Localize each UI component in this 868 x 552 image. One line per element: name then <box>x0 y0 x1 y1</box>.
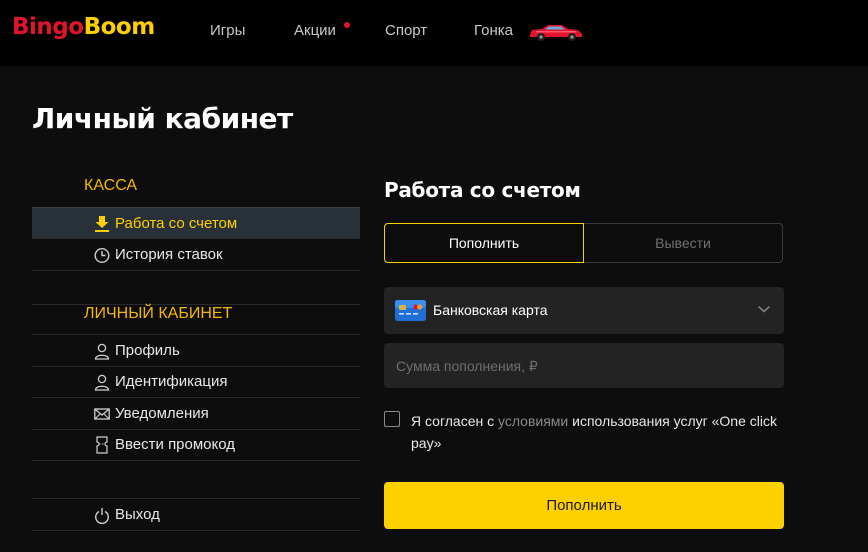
sidebar-item-profile[interactable]: Профиль <box>32 335 360 367</box>
terms-link[interactable]: условиями <box>498 413 568 429</box>
tab-withdraw[interactable]: Вывести <box>584 223 783 263</box>
bank-card-icon <box>395 300 426 321</box>
sidebar-section-personal-account: ЛИЧНЫЙ КАБИНЕТ <box>84 305 233 322</box>
nav-sport[interactable]: Спорт <box>385 22 427 39</box>
nav-promotions[interactable]: Акции <box>294 22 336 39</box>
sidebar-item-logout[interactable]: Выход <box>32 499 360 531</box>
sidebar-item-label: Уведомления <box>115 405 209 422</box>
section-title: Работа со счетом <box>384 178 581 202</box>
sidebar-item-promo-code[interactable]: Ввести промокод <box>32 429 360 461</box>
terms-text-before: Я согласен с <box>411 413 498 429</box>
sidebar-section-cashier: КАССА <box>84 177 138 194</box>
bingoboom-logo[interactable]: BingoBoom <box>12 14 155 40</box>
terms-agreement-text: Я согласен с условиями использования усл… <box>411 410 781 454</box>
sidebar-item-label: Ввести промокод <box>115 436 236 453</box>
deposit-arrow-icon <box>95 216 109 232</box>
terms-checkbox[interactable] <box>384 411 400 427</box>
envelope-icon <box>94 408 110 420</box>
tab-deposit[interactable]: Пополнить <box>384 223 584 263</box>
logo-part-boom: Boom <box>83 14 156 40</box>
sidebar-item-label: Профиль <box>115 342 180 359</box>
sidebar-item-notifications[interactable]: Уведомления <box>32 398 360 430</box>
sidebar-item-label: Работа со счетом <box>115 215 238 232</box>
sidebar-item-label: Выход <box>115 506 160 523</box>
user-icon <box>94 343 110 360</box>
payment-method-select[interactable]: Банковская карта <box>384 287 784 334</box>
power-icon <box>95 508 109 524</box>
sidebar-item-identification[interactable]: Идентификация <box>32 366 360 398</box>
user-icon <box>94 374 110 391</box>
deposit-submit-button[interactable]: Пополнить <box>384 482 784 529</box>
nav-race[interactable]: Гонка <box>474 22 513 39</box>
deposit-amount-input[interactable] <box>384 343 784 388</box>
logo-part-bingo: Bingo <box>12 14 84 40</box>
sidebar-item-account-operations[interactable]: Работа со счетом <box>32 207 360 239</box>
race-car-icon[interactable] <box>528 22 584 42</box>
sidebar-item-bet-history[interactable]: История ставок <box>32 239 360 271</box>
nav-games[interactable]: Игры <box>210 22 245 39</box>
chevron-down-icon <box>757 305 771 313</box>
top-navigation-bar: BingoBoom Игры Акции Спорт Гонка <box>0 0 868 66</box>
payment-method-label: Банковская карта <box>433 302 548 318</box>
operation-tabs: Пополнить Вывести <box>384 223 783 263</box>
sidebar-item-label: История ставок <box>115 246 223 263</box>
ticket-icon <box>96 436 108 454</box>
page-title: Личный кабинет <box>32 102 293 135</box>
promotions-notification-dot <box>344 22 350 28</box>
clock-icon <box>94 247 110 264</box>
sidebar-item-label: Идентификация <box>115 373 228 390</box>
